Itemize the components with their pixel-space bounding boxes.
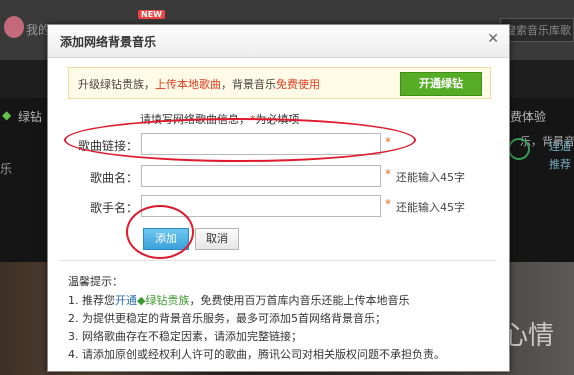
wechat-icon <box>508 138 530 160</box>
tip-line-3: 3. 网络歌曲存在不稳定因素，请添加完整链接； <box>68 330 302 343</box>
singer-input[interactable] <box>141 195 381 217</box>
song-name-input[interactable] <box>141 165 381 187</box>
song-name-required: * <box>385 167 391 181</box>
background-right-text3b: 推荐 <box>549 158 571 171</box>
new-badge: NEW <box>138 10 165 19</box>
add-button[interactable]: 添加 <box>143 228 189 250</box>
add-music-dialog: 添加网络背景音乐 ✕ 升级绿钻贵族，上传本地歌曲，背景音乐免费使用 开通绿钻 请… <box>47 24 510 372</box>
tip-line-1: 1. 推荐您开通◆绿钻贵族，免费使用百万首库内音乐还能上传本地音乐 <box>68 292 409 308</box>
promo-part1: 升级绿钻贵族， <box>78 78 155 91</box>
promo-banner: 升级绿钻贵族，上传本地歌曲，背景音乐免费使用 开通绿钻 <box>68 67 491 99</box>
promo-free-link[interactable]: 免费使用 <box>276 78 320 91</box>
tip1-open-link[interactable]: 开通 <box>115 294 137 307</box>
promo-upload-link[interactable]: 上传本地歌曲 <box>155 78 221 91</box>
background-left-text: 绿钻 <box>18 110 43 124</box>
open-green-diamond-button[interactable]: 开通绿钻 <box>400 72 482 96</box>
dialog-header: 添加网络背景音乐 ✕ <box>48 25 509 58</box>
hint-text: 请填写网络歌曲信息， <box>140 113 250 126</box>
singer-required: * <box>385 197 391 211</box>
song-name-remaining: 还能输入45字 <box>396 171 465 184</box>
tips-title: 温馨提示： <box>68 275 123 288</box>
song-name-label: 歌曲名： <box>89 171 138 185</box>
divider <box>60 260 497 261</box>
tip1-suffix: ，免费使用百万首库内音乐还能上传本地音乐 <box>189 294 410 307</box>
background-right-text3: 连通 推荐 <box>549 138 571 174</box>
promo-text: 升级绿钻贵族，上传本地歌曲，背景音乐免费使用 <box>78 76 320 92</box>
avatar <box>4 16 24 38</box>
singer-label: 歌手名： <box>89 201 138 215</box>
tip1-green-diamond-link[interactable]: ◆绿钻贵族 <box>137 294 189 307</box>
search-input[interactable]: 搜索音乐库歌 <box>500 18 574 42</box>
background-right-text2: 费体验 <box>510 110 547 124</box>
song-link-required: * <box>385 135 391 149</box>
dialog-title: 添加网络背景音乐 <box>60 35 157 49</box>
hint-suffix: 为必填项 <box>255 113 300 126</box>
promo-part3: ，背景音乐 <box>221 78 276 91</box>
tip-line-2: 2. 为提供更稳定的背景音乐服务，最多可添加5首网络背景音乐； <box>68 312 386 325</box>
close-icon[interactable]: ✕ <box>487 31 499 47</box>
background-left-text2: 乐 <box>0 162 13 176</box>
singer-remaining: 还能输入45字 <box>396 201 465 214</box>
song-link-input[interactable] <box>141 133 381 155</box>
gem-icon: ◆ <box>2 108 12 122</box>
tip1-prefix: 1. 推荐您 <box>68 294 115 307</box>
cancel-button[interactable]: 取消 <box>195 228 239 250</box>
background-right-text3a: 连通 <box>549 140 571 153</box>
song-link-label: 歌曲链接： <box>77 139 138 153</box>
required-hint: 请填写网络歌曲信息，*为必填项 <box>140 111 300 127</box>
tip-line-4: 4. 请添加原创或经权利人许可的歌曲，腾讯公司对相关版权问题不承担负责。 <box>68 348 445 361</box>
